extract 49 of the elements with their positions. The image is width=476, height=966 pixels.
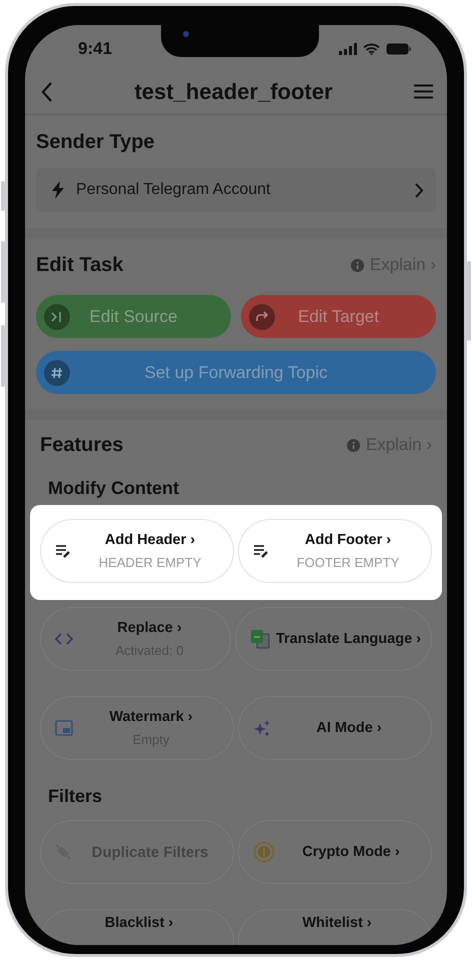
page-title: test_header_footer bbox=[134, 78, 333, 104]
camera-icon bbox=[183, 31, 189, 37]
feature-card[interactable]: Add Footer › FOOTER EMPTY bbox=[238, 519, 432, 583]
group-heading: Modify Content bbox=[47, 477, 180, 500]
feature-card[interactable]: Add Header › HEADER EMPTY bbox=[40, 519, 234, 583]
back-icon bbox=[41, 82, 53, 102]
sparkles-icon bbox=[253, 719, 271, 737]
sender-type-value: Personal Telegram Account bbox=[76, 181, 272, 199]
group-heading: Filters bbox=[47, 785, 104, 808]
lightning-icon bbox=[52, 181, 64, 199]
section-heading: Sender Type bbox=[36, 130, 156, 155]
signal-icon bbox=[339, 43, 357, 55]
card-title: Whitelist › bbox=[302, 915, 372, 931]
card-status: FOOTER EMPTY bbox=[296, 555, 400, 570]
card-title: Add Header › bbox=[104, 532, 196, 548]
card-title: Replace › bbox=[117, 620, 182, 636]
wifi-icon bbox=[363, 43, 380, 55]
feature-card[interactable]: Translate Language › bbox=[234, 607, 432, 671]
card-title: Translate Language › bbox=[276, 631, 421, 647]
edit-lines-icon bbox=[253, 544, 269, 558]
card-title: AI Mode › bbox=[316, 720, 382, 736]
feature-card[interactable]: Whitelist › bbox=[238, 909, 432, 945]
card-status: HEADER EMPTY bbox=[98, 555, 202, 570]
coin-icon bbox=[253, 841, 275, 863]
feature-card[interactable]: Crypto Mode › bbox=[238, 820, 432, 884]
section-heading: Edit Task bbox=[36, 253, 124, 278]
section-heading: Features bbox=[40, 433, 124, 458]
skip-icon bbox=[44, 304, 70, 330]
picture-in-picture-icon bbox=[55, 720, 73, 736]
code-icon bbox=[55, 633, 73, 645]
card-title: Add Footer › bbox=[304, 532, 392, 548]
card-title: Crypto Mode › bbox=[302, 844, 400, 860]
info-icon bbox=[350, 258, 364, 272]
task-button[interactable]: Edit Target bbox=[241, 295, 436, 338]
edit-lines-icon bbox=[55, 544, 71, 558]
menu-icon bbox=[414, 84, 433, 99]
task-button[interactable]: Set up Forwarding Topic bbox=[36, 351, 436, 394]
feature-card[interactable]: AI Mode › bbox=[238, 696, 432, 760]
card-title: Blacklist › bbox=[104, 915, 174, 931]
chevron-icon bbox=[415, 182, 424, 198]
battery-icon bbox=[386, 43, 411, 55]
status-time: 9:41 bbox=[78, 39, 112, 59]
card-title: Watermark › bbox=[109, 709, 193, 725]
task-button[interactable]: Edit Source bbox=[36, 295, 231, 338]
translate-icon bbox=[250, 629, 270, 649]
hash-icon bbox=[44, 360, 70, 386]
feature-card[interactable]: Blacklist › bbox=[40, 909, 234, 945]
info-icon bbox=[346, 438, 360, 452]
sender-type-selector[interactable]: Personal Telegram Account bbox=[36, 168, 436, 212]
